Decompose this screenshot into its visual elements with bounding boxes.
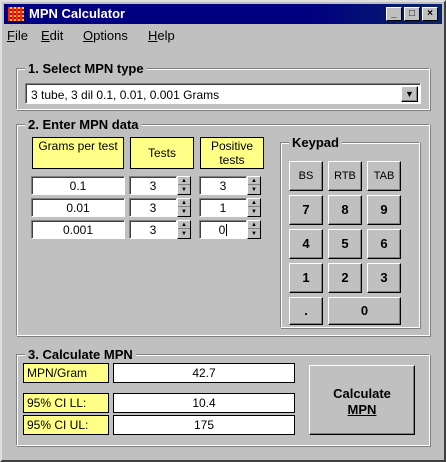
calculate-button-line2: MPN [347,402,377,417]
tests-input-row2[interactable]: 3 [129,198,177,217]
close-button[interactable]: × [422,7,438,21]
calculate-mpn-group: 3. Calculate MPN MPN/Gram 42.7 95% CI LL… [16,347,430,446]
tests-input-row1[interactable]: 3 [129,176,177,195]
spin-up-icon[interactable]: ▲ [248,221,260,229]
positive-spinner-row3[interactable]: ▲ ▼ [247,220,261,239]
spin-up-icon[interactable]: ▲ [248,177,260,185]
key-7[interactable]: 7 [289,195,323,225]
key-bs[interactable]: BS [289,161,323,191]
text-cursor [226,224,228,236]
maximize-button[interactable]: □ [404,7,420,21]
section1-label: 1. Select MPN type [25,61,147,76]
key-9[interactable]: 9 [367,195,401,225]
key-5[interactable]: 5 [328,229,362,259]
ci-upper-limit-label: 95% CI UL: [23,415,109,435]
tests-spinner-row1[interactable]: ▲ ▼ [177,176,191,195]
select-mpn-type-group: 1. Select MPN type 3 tube, 3 dil 0.1, 0.… [16,61,430,110]
key-6[interactable]: 6 [367,229,401,259]
key-2[interactable]: 2 [328,263,362,293]
menu-file[interactable]: File [7,28,28,43]
section2-label: 2. Enter MPN data [25,117,142,132]
key-8[interactable]: 8 [328,195,362,225]
spin-up-icon[interactable]: ▲ [178,177,190,185]
positive-input-row3[interactable]: 0 [199,220,247,239]
header-positive-tests: Positive tests [200,137,264,169]
spin-down-icon[interactable]: ▼ [178,230,190,238]
positive-input-row1[interactable]: 3 [199,176,247,195]
mpn-per-gram-label: MPN/Gram [23,363,109,383]
header-tests: Tests [130,137,194,169]
mpn-per-gram-value: 42.7 [113,363,295,383]
spin-down-icon[interactable]: ▼ [248,230,260,238]
positive-spinner-row2[interactable]: ▲ ▼ [247,198,261,217]
menu-bar: File Edit Options Help [4,25,442,45]
tests-spinner-row3[interactable]: ▲ ▼ [177,220,191,239]
spin-up-icon[interactable]: ▲ [178,199,190,207]
mpn-calculator-window: MPN Calculator _ □ × File Edit Options H… [0,0,446,462]
spin-up-icon[interactable]: ▲ [248,199,260,207]
key-rtb[interactable]: RTB [328,161,362,191]
grams-input-row1[interactable]: 0.1 [31,176,125,195]
grams-input-row2[interactable]: 0.01 [31,198,125,217]
menu-help[interactable]: Help [148,28,175,43]
header-grams-per-test: Grams per test [32,137,124,169]
chevron-down-icon[interactable]: ▼ [401,86,418,102]
section3-label: 3. Calculate MPN [25,347,136,362]
menu-edit[interactable]: Edit [41,28,63,43]
spin-down-icon[interactable]: ▼ [178,186,190,194]
ci-lower-limit-label: 95% CI LL: [23,393,109,413]
spin-down-icon[interactable]: ▼ [178,208,190,216]
spin-down-icon[interactable]: ▼ [248,186,260,194]
ci-upper-limit-value: 175 [113,415,295,435]
positive-input-row2[interactable]: 1 [199,198,247,217]
key-1[interactable]: 1 [289,263,323,293]
key-tab[interactable]: TAB [367,161,401,191]
mpn-type-dropdown[interactable]: 3 tube, 3 dil 0.1, 0.01, 0.001 Grams ▼ [25,83,421,104]
ci-lower-limit-value: 10.4 [113,393,295,413]
title-bar[interactable]: MPN Calculator _ □ × [4,4,442,24]
app-icon [8,7,24,21]
spin-up-icon[interactable]: ▲ [178,221,190,229]
key-4[interactable]: 4 [289,229,323,259]
tests-input-row3[interactable]: 3 [129,220,177,239]
tests-spinner-row2[interactable]: ▲ ▼ [177,198,191,217]
calculate-mpn-button[interactable]: Calculate MPN [309,365,415,435]
keypad-label: Keypad [289,135,342,150]
mpn-type-selected: 3 tube, 3 dil 0.1, 0.01, 0.001 Grams [31,88,220,102]
minimize-button[interactable]: _ [386,7,402,21]
key-3[interactable]: 3 [367,263,401,293]
spin-down-icon[interactable]: ▼ [248,208,260,216]
window-title: MPN Calculator [29,6,126,21]
key-0[interactable]: 0 [328,297,401,325]
positive-spinner-row1[interactable]: ▲ ▼ [247,176,261,195]
grams-input-row3[interactable]: 0.001 [31,220,125,239]
enter-mpn-data-group: 2. Enter MPN data Grams per test Tests P… [16,117,430,336]
menu-options[interactable]: Options [83,28,128,43]
keypad-group: Keypad BS RTB TAB 7 8 9 4 5 6 1 2 3 . 0 [280,135,420,328]
key-decimal[interactable]: . [289,297,323,325]
calculate-button-line1: Calculate [333,386,391,401]
